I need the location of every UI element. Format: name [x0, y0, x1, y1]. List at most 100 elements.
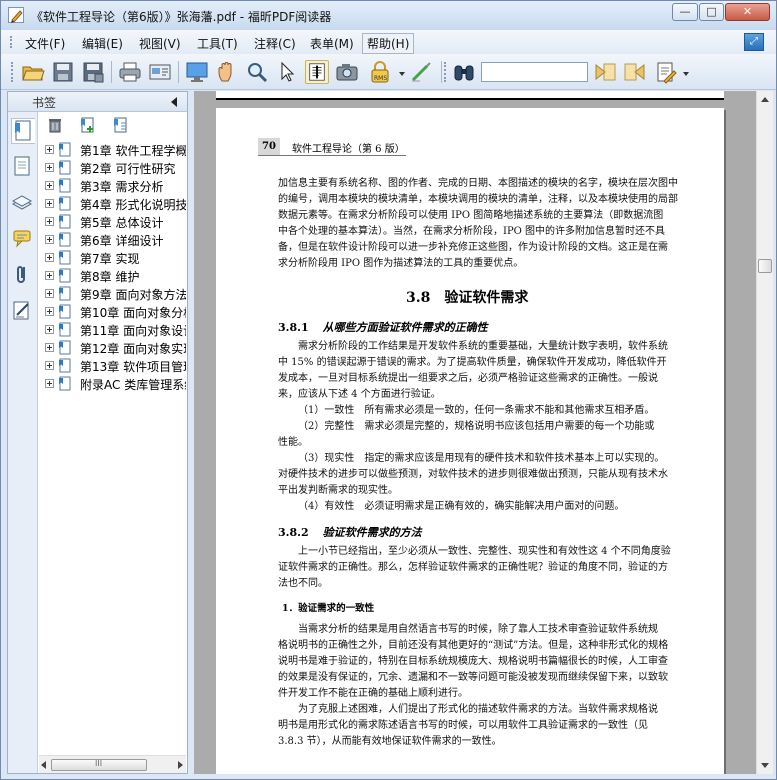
snapshot-icon[interactable] — [335, 60, 359, 84]
menu-tools[interactable]: 工具(T) — [197, 35, 238, 52]
maximize-button[interactable]: □ — [699, 3, 724, 21]
scroll-left-arrow-icon[interactable] — [41, 761, 46, 769]
bookmark-item[interactable]: 附录AC 类库管理系统 — [39, 375, 186, 393]
bookmark-item[interactable]: 第1章 软件工程学概述 — [39, 141, 186, 159]
menu-comments[interactable]: 注释(C) — [254, 35, 296, 52]
expand-toggle-icon[interactable] — [45, 235, 54, 244]
menu-edit[interactable]: 编辑(E) — [82, 35, 123, 52]
expand-bookmarks-icon[interactable] — [112, 116, 130, 134]
sign-icon[interactable] — [409, 60, 433, 84]
subsection-number: 3.8.2 — [278, 526, 309, 539]
bookmark-label: 第4章 形式化说明技术 — [80, 198, 186, 212]
expand-toggle-icon[interactable] — [45, 145, 54, 154]
restore-layout-icon[interactable]: ⤢ — [744, 33, 764, 51]
layers-tab-icon[interactable] — [11, 190, 35, 216]
delete-bookmark-icon[interactable] — [46, 116, 64, 134]
rms-lock-icon[interactable]: RMS — [368, 60, 392, 84]
document-vertical-scrollbar[interactable] — [756, 91, 773, 774]
title-bar[interactable]: 《软件工程导论（第6版）》张海藩.pdf - 福昕PDF阅读器 — □ ✕ — [1, 1, 776, 30]
expand-toggle-icon[interactable] — [45, 343, 54, 352]
menu-grip-handle[interactable] — [10, 36, 13, 48]
save-as-icon[interactable] — [81, 60, 105, 84]
window-title: 《软件工程导论（第6版）》张海藩.pdf - 福昕PDF阅读器 — [31, 10, 332, 24]
find-input[interactable] — [481, 62, 588, 82]
expand-toggle-icon[interactable] — [45, 325, 54, 334]
find-prev-icon[interactable] — [593, 60, 617, 84]
scroll-right-arrow-icon[interactable] — [178, 761, 183, 769]
open-folder-icon[interactable] — [21, 60, 45, 84]
bookmark-item[interactable]: 第3章 需求分析 — [39, 177, 186, 195]
bookmark-item[interactable]: 第10章 面向对象分析 — [39, 303, 186, 321]
document-view[interactable]: 70 软件工程导论（第 6 版） 加信息主要有系统名称、图的作者、完成的日期、本… — [194, 91, 756, 774]
scrollbar-thumb[interactable]: III — [51, 759, 147, 771]
toolbar-grip-handle[interactable] — [11, 62, 14, 82]
bookmark-label: 附录AC 类库管理系统 — [80, 378, 186, 392]
expand-toggle-icon[interactable] — [45, 199, 54, 208]
menu-help[interactable]: 帮助(H) — [362, 33, 415, 54]
signatures-tab-icon[interactable] — [11, 298, 35, 324]
app-window: 《软件工程导论（第6版）》张海藩.pdf - 福昕PDF阅读器 — □ ✕ 文件… — [0, 0, 777, 780]
body-line: 加信息主要有系统名称、图的作者、完成的日期、本图描述的模块的名字，模块在层次图中 — [278, 178, 678, 189]
find-binoculars-icon[interactable] — [452, 60, 476, 84]
highlight-dropdown-arrow-icon[interactable] — [683, 72, 689, 76]
bookmark-page-icon — [58, 214, 72, 229]
menu-file[interactable]: 文件(F) — [25, 35, 65, 52]
bookmark-item[interactable]: 第2章 可行性研究 — [39, 159, 186, 177]
bookmark-item[interactable]: 第13章 软件项目管理 — [39, 357, 186, 375]
bookmark-item[interactable]: 第9章 面向对象方法学引论 — [39, 285, 186, 303]
highlight-icon[interactable] — [654, 60, 678, 84]
attachments-tab-icon[interactable] — [11, 262, 35, 288]
bookmark-item[interactable]: 第6章 详细设计 — [39, 231, 186, 249]
bookmark-page-icon — [58, 268, 72, 283]
toolbar-grip-handle[interactable] — [444, 62, 447, 82]
zoom-tool-icon[interactable] — [245, 60, 269, 84]
print-icon[interactable] — [118, 60, 142, 84]
expand-toggle-icon[interactable] — [45, 181, 54, 190]
minimize-button[interactable]: — — [672, 3, 698, 21]
scroll-up-arrow-icon[interactable] — [761, 97, 769, 102]
bookmark-item[interactable]: 第4章 形式化说明技术 — [39, 195, 186, 213]
page-number: 70 — [258, 138, 280, 156]
add-bookmark-icon[interactable] — [79, 116, 97, 134]
scan-icon[interactable] — [148, 60, 172, 84]
pages-tab-icon[interactable] — [11, 154, 35, 180]
expand-toggle-icon[interactable] — [45, 307, 54, 316]
svg-text:RMS: RMS — [374, 75, 387, 82]
find-next-icon[interactable] — [623, 60, 647, 84]
bookmark-item[interactable]: 第11章 面向对象设计 — [39, 321, 186, 339]
bookmark-page-icon — [58, 376, 72, 391]
bookmark-item[interactable]: 第5章 总体设计 — [39, 213, 186, 231]
select-pointer-icon[interactable] — [275, 60, 299, 84]
menu-forms[interactable]: 表单(M) — [310, 35, 354, 52]
expand-toggle-icon[interactable] — [45, 163, 54, 172]
expand-toggle-icon[interactable] — [45, 289, 54, 298]
toolbar-separator — [178, 61, 179, 83]
menu-view[interactable]: 视图(V) — [139, 35, 181, 52]
rms-dropdown-arrow-icon[interactable] — [399, 72, 405, 76]
bookmark-tab-icon[interactable] — [11, 118, 35, 144]
save-icon[interactable] — [51, 60, 75, 84]
bookmark-item[interactable]: 第7章 实现 — [39, 249, 186, 267]
body-line: 发成本，一旦对目标系统提出一组要求之后，必须严格验证这些需求的正确性。一般说 — [278, 373, 658, 384]
body-line: （3）现实性 指定的需求应该是用现有的硬件技术和软件技术基本上可以实现的。 — [298, 453, 665, 464]
scroll-down-arrow-icon[interactable] — [761, 763, 769, 768]
close-button[interactable]: ✕ — [725, 3, 770, 21]
bookmark-item[interactable]: 第8章 维护 — [39, 267, 186, 285]
scrollbar-thumb[interactable] — [758, 259, 772, 273]
subsection-heading: 3.8.1 从哪些方面验证软件需求的正确性 — [278, 319, 488, 335]
bookmark-page-icon — [58, 160, 72, 175]
collapse-panel-arrow-icon[interactable] — [171, 97, 177, 107]
expand-toggle-icon[interactable] — [45, 253, 54, 262]
expand-toggle-icon[interactable] — [45, 379, 54, 388]
bookmark-label: 第9章 面向对象方法学引论 — [80, 288, 186, 302]
expand-toggle-icon[interactable] — [45, 361, 54, 370]
bookmark-label: 第11章 面向对象设计 — [80, 324, 186, 338]
expand-toggle-icon[interactable] — [45, 217, 54, 226]
bookmark-item[interactable]: 第12章 面向对象实现 — [39, 339, 186, 357]
text-select-icon[interactable] — [305, 60, 329, 84]
bookmark-horizontal-scrollbar[interactable]: III — [39, 755, 186, 773]
hand-tool-icon[interactable] — [215, 60, 239, 84]
fullscreen-icon[interactable] — [185, 60, 209, 84]
comments-tab-icon[interactable] — [11, 226, 35, 252]
expand-toggle-icon[interactable] — [45, 271, 54, 280]
